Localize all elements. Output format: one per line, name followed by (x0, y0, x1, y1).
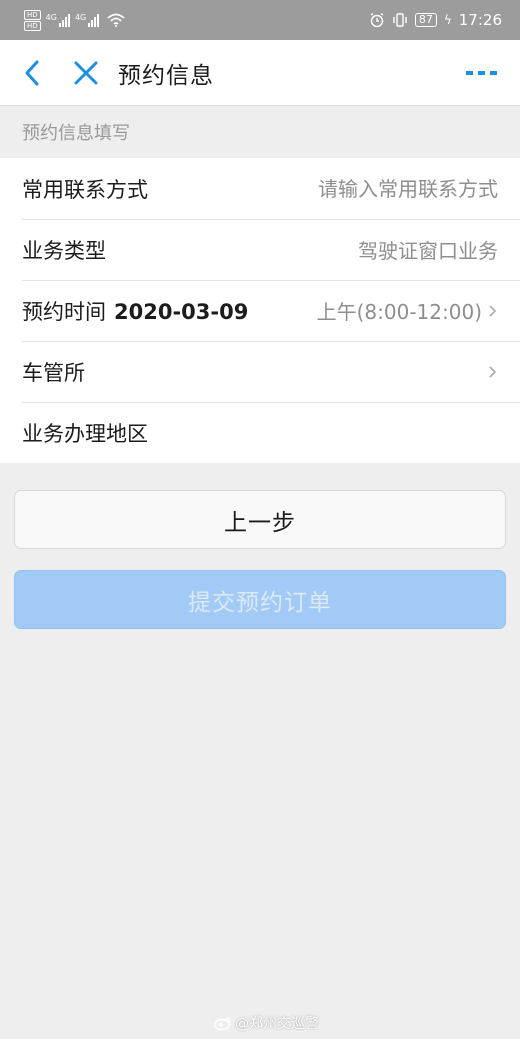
appointment-date: 2020-03-09 (114, 299, 249, 324)
appointment-time-label: 预约时间 2020-03-09 (22, 296, 248, 326)
network-type: 4G (45, 13, 57, 22)
network-type: 4G (74, 13, 87, 22)
appointment-form: 常用联系方式 业务类型 驾驶证窗口业务 预约时间 2020-03-09 上午(8:… (0, 158, 520, 463)
battery-level: 87 (414, 13, 437, 27)
hd-indicators: HD HD (24, 9, 41, 31)
appointment-slot-value: 上午(8:00-12:00) (316, 300, 482, 324)
close-icon (74, 61, 98, 84)
watermark: @郑州交巡警 (214, 1013, 319, 1033)
vehicle-office-select (488, 365, 498, 379)
vibrate-icon (393, 13, 407, 27)
nav-bar: 预约信息 (0, 40, 520, 106)
back-button[interactable] (12, 53, 52, 93)
previous-step-button[interactable]: 上一步 (14, 490, 506, 549)
hd-badge: HD (24, 20, 41, 31)
section-header: 预约信息填写 (22, 123, 130, 144)
signal-icon (88, 13, 100, 27)
business-type-label: 业务类型 (22, 238, 106, 263)
weibo-logo-icon (214, 1017, 231, 1030)
alarm-icon (370, 12, 384, 28)
business-type-row[interactable]: 业务类型 驾驶证窗口业务 (0, 219, 520, 280)
chevron-right-icon (489, 304, 497, 317)
contact-label: 常用联系方式 (22, 177, 148, 202)
contact-input[interactable] (238, 176, 498, 201)
region-row[interactable]: 业务办理地区 (0, 402, 520, 463)
chevron-left-icon (25, 60, 39, 85)
appointment-time-row[interactable]: 预约时间 2020-03-09 上午(8:00-12:00) (0, 280, 520, 341)
close-button[interactable] (66, 53, 106, 93)
status-left: HD HD 4G 4G (24, 9, 125, 31)
appointment-slot: 上午(8:00-12:00) (317, 296, 498, 325)
appointment-time-label-text: 预约时间 (22, 299, 106, 324)
clock: 17:26 (458, 11, 502, 29)
signal-icon (58, 13, 70, 27)
hd-badge: HD (24, 9, 41, 20)
business-type-value: 驾驶证窗口业务 (358, 239, 498, 263)
status-bar: HD HD 4G 4G 87 ϟ 17:26 (0, 0, 520, 40)
vehicle-office-row[interactable]: 车管所 (0, 341, 520, 402)
region-label: 业务办理地区 (22, 421, 148, 446)
chevron-right-icon (489, 365, 497, 378)
signal-group: 4G (74, 13, 100, 27)
contact-row[interactable]: 常用联系方式 (0, 158, 520, 219)
wifi-icon (107, 13, 125, 27)
submit-order-button[interactable]: 提交预约订单 (14, 570, 506, 629)
page-title: 预约信息 (118, 62, 214, 89)
vehicle-office-label: 车管所 (22, 360, 85, 385)
charging-icon: ϟ (443, 13, 452, 27)
signal-group: 4G (46, 13, 70, 27)
watermark-text: @郑州交巡警 (235, 1016, 319, 1032)
status-right: 87 ϟ 17:26 (369, 11, 502, 29)
more-button[interactable] (462, 53, 502, 93)
more-icon (466, 71, 497, 75)
